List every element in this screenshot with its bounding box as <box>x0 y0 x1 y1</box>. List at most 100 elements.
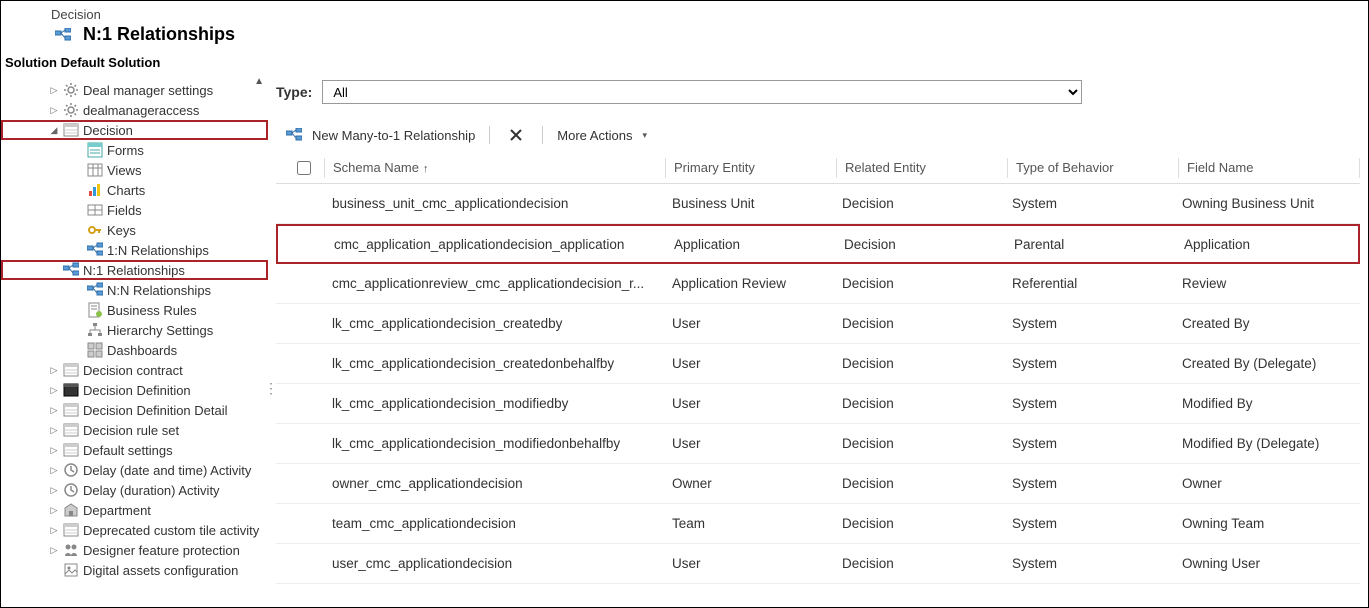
tree-caret-icon[interactable]: ▷ <box>49 105 59 116</box>
tree-item-label: Default settings <box>83 443 173 458</box>
table-row[interactable]: cmc_application_applicationdecision_appl… <box>276 224 1360 264</box>
tree-caret-icon[interactable]: ▷ <box>49 365 59 376</box>
entity-icon <box>63 402 79 418</box>
tree-item[interactable]: Hierarchy Settings <box>1 320 268 340</box>
tree-item[interactable]: Business Rules <box>1 300 268 320</box>
tree-caret-icon[interactable]: ▷ <box>49 485 59 496</box>
gear-icon <box>63 102 79 118</box>
tree-caret-icon[interactable]: ▷ <box>49 85 59 96</box>
table-row[interactable]: lk_cmc_applicationdecision_createdonbeha… <box>276 344 1360 384</box>
column-related-entity[interactable]: Related Entity <box>837 160 1007 175</box>
table-row[interactable]: team_cmc_applicationdecisionTeamDecision… <box>276 504 1360 544</box>
tree-item-label: N:1 Relationships <box>83 263 185 278</box>
cell-primary-entity: User <box>664 436 834 451</box>
cell-field-name: Review <box>1174 276 1354 291</box>
cell-primary-entity: Team <box>664 516 834 531</box>
tree-item[interactable]: ▷Decision Definition Detail <box>1 400 268 420</box>
solution-tree[interactable]: ▲ ▷Deal manager settings▷dealmanageracce… <box>1 76 268 608</box>
tree-item[interactable]: Keys <box>1 220 268 240</box>
tree-caret-icon[interactable]: ▷ <box>49 465 59 476</box>
scroll-up-icon[interactable]: ▲ <box>254 76 264 87</box>
cell-schema-name: cmc_applicationreview_cmc_applicationdec… <box>324 276 664 291</box>
column-type-of-behavior[interactable]: Type of Behavior <box>1008 160 1178 175</box>
tree-item[interactable]: Forms <box>1 140 268 160</box>
new-relationship-button[interactable]: New Many-to-1 Relationship <box>276 125 481 146</box>
table-row[interactable]: lk_cmc_applicationdecision_createdbyUser… <box>276 304 1360 344</box>
tree-item-label: N:N Relationships <box>107 283 211 298</box>
tree-item[interactable]: ▷Deprecated custom tile activity <box>1 520 268 540</box>
tree-caret-icon[interactable]: ◢ <box>49 125 59 136</box>
table-row[interactable]: business_unit_cmc_applicationdecisionBus… <box>276 184 1360 224</box>
table-row[interactable]: owner_cmc_applicationdecisionOwnerDecisi… <box>276 464 1360 504</box>
table-row[interactable]: cmc_applicationreview_cmc_applicationdec… <box>276 264 1360 304</box>
cell-schema-name: lk_cmc_applicationdecision_createdby <box>324 316 664 331</box>
cell-related-entity: Decision <box>834 516 1004 531</box>
tree-item[interactable]: ▷ Designer feature protection <box>1 540 268 560</box>
cell-primary-entity: User <box>664 556 834 571</box>
cell-schema-name: business_unit_cmc_applicationdecision <box>324 196 664 211</box>
tree-item[interactable]: ◢ Decision <box>1 120 268 140</box>
tree-item[interactable]: ▷ Default settings <box>1 440 268 460</box>
cell-behavior: Parental <box>1006 237 1176 252</box>
cell-related-entity: Decision <box>834 356 1004 371</box>
tree-item[interactable]: N:N Relationships <box>1 280 268 300</box>
tree-caret-icon[interactable]: ▷ <box>49 545 59 556</box>
dash-icon <box>87 342 103 358</box>
type-select[interactable]: All <box>322 80 1082 104</box>
tree-item[interactable]: ▷Decision rule set <box>1 420 268 440</box>
table-row[interactable]: user_cmc_applicationdecisionUserDecision… <box>276 544 1360 584</box>
table-row[interactable]: lk_cmc_applicationdecision_modifiedbyUse… <box>276 384 1360 424</box>
tree-caret-icon[interactable]: ▷ <box>49 445 59 456</box>
tree-item[interactable]: ▷Delay (date and time) Activity <box>1 460 268 480</box>
table-row[interactable]: lk_cmc_applicationdecision_modifiedonbeh… <box>276 424 1360 464</box>
tree-item[interactable]: Charts <box>1 180 268 200</box>
tree-item[interactable]: 1:N Relationships <box>1 240 268 260</box>
tree-caret-icon[interactable]: ▷ <box>49 425 59 436</box>
grid-header: Schema Name↑ Primary Entity Related Enti… <box>276 152 1360 184</box>
cell-field-name: Created By (Delegate) <box>1174 356 1354 371</box>
header-entity-name: Decision <box>51 7 1368 22</box>
entity-icon <box>63 442 79 458</box>
toolbar-separator <box>489 126 490 144</box>
tree-item-label: Fields <box>107 203 142 218</box>
tree-item-label: Decision <box>83 123 133 138</box>
splitter-handle[interactable]: ⋮ <box>264 386 278 390</box>
sort-ascending-icon: ↑ <box>423 163 429 175</box>
tree-item[interactable]: ▷ Department <box>1 500 268 520</box>
tree-item[interactable]: ▷Decision Definition <box>1 380 268 400</box>
tree-item[interactable]: Digital assets configuration <box>1 560 268 580</box>
tree-caret-icon[interactable]: ▷ <box>49 405 59 416</box>
dept-icon <box>63 502 79 518</box>
toolbar: New Many-to-1 Relationship More Actions <box>276 118 1360 152</box>
tree-item-label: Charts <box>107 183 145 198</box>
column-schema-name[interactable]: Schema Name↑ <box>325 160 665 175</box>
tree-item[interactable]: Views <box>1 160 268 180</box>
tree-item[interactable]: ▷Delay (duration) Activity <box>1 480 268 500</box>
tree-item-label: Designer feature protection <box>83 543 240 558</box>
column-primary-entity[interactable]: Primary Entity <box>666 160 836 175</box>
tree-item[interactable]: ▷dealmanageraccess <box>1 100 268 120</box>
cell-primary-entity: Application Review <box>664 276 834 291</box>
tree-item-label: 1:N Relationships <box>107 243 209 258</box>
cell-field-name: Modified By <box>1174 396 1354 411</box>
more-actions-button[interactable]: More Actions <box>551 125 653 146</box>
asset-icon <box>63 562 79 578</box>
tree-item[interactable]: ▷Decision contract <box>1 360 268 380</box>
entity-icon <box>63 362 79 378</box>
delete-button[interactable] <box>498 124 534 146</box>
cell-behavior: Referential <box>1004 276 1174 291</box>
tree-item-label: Department <box>83 503 151 518</box>
cell-field-name: Modified By (Delegate) <box>1174 436 1354 451</box>
select-all-checkbox[interactable] <box>284 161 324 175</box>
new-relationship-label: New Many-to-1 Relationship <box>312 128 475 143</box>
tree-item[interactable]: N:1 Relationships <box>1 260 268 280</box>
tree-caret-icon[interactable]: ▷ <box>49 385 59 396</box>
column-field-name[interactable]: Field Name <box>1179 160 1359 175</box>
tree-caret-icon[interactable]: ▷ <box>49 505 59 516</box>
tree-item[interactable]: ▷Deal manager settings <box>1 80 268 100</box>
cell-primary-entity: Business Unit <box>664 196 834 211</box>
delay-icon <box>63 462 79 478</box>
tree-item[interactable]: Dashboards <box>1 340 268 360</box>
tree-item[interactable]: Fields <box>1 200 268 220</box>
tree-caret-icon[interactable]: ▷ <box>49 525 59 536</box>
